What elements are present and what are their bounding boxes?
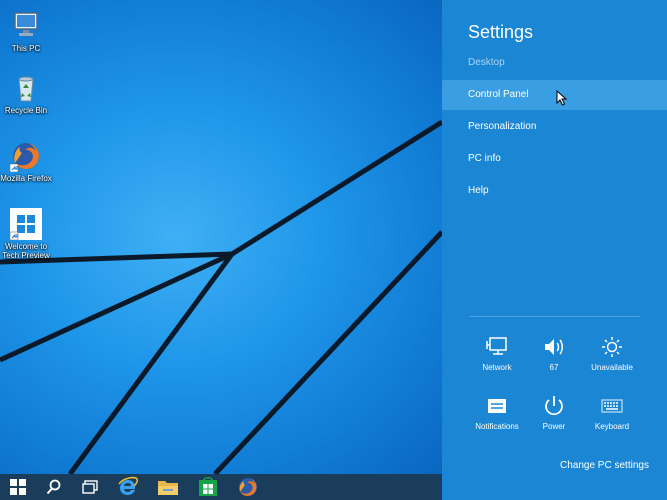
this-pc-icon — [10, 10, 42, 42]
search-button[interactable] — [36, 475, 72, 499]
menu-item-label: Control Panel — [468, 89, 529, 100]
windows-logo-icon — [9, 208, 42, 241]
quick-setting-label: Unavailable — [591, 363, 633, 372]
quick-setting-network[interactable]: Network — [467, 336, 527, 372]
change-pc-settings-link[interactable]: Change PC settings — [560, 460, 649, 471]
taskbar — [0, 474, 442, 500]
panel-subtitle: Desktop — [468, 57, 505, 68]
desktop-icon-label: Welcome to Tech Preview — [2, 242, 50, 260]
recycle-bin-icon — [10, 72, 42, 104]
quick-setting-keyboard[interactable]: Keyboard — [582, 395, 642, 431]
mouse-cursor-icon — [556, 90, 568, 106]
quick-setting-label: 67 — [549, 363, 559, 372]
firefox-icon — [239, 478, 257, 496]
settings-charm-panel: Settings Desktop Control Panel Personali… — [442, 0, 667, 500]
desktop-icon-label: This PC — [11, 44, 41, 53]
brightness-icon — [602, 337, 622, 357]
internet-explorer-icon — [118, 476, 138, 495]
desktop-icon-label: Recycle Bin — [4, 106, 48, 115]
power-icon — [545, 396, 563, 416]
firefox-taskbar-button[interactable] — [230, 475, 266, 499]
quick-setting-label: Power — [542, 422, 566, 431]
store-button[interactable] — [190, 475, 226, 499]
notifications-icon — [488, 399, 506, 413]
start-icon — [10, 479, 26, 495]
menu-item-personalization[interactable]: Personalization — [442, 112, 667, 142]
quick-setting-volume[interactable]: 67 — [524, 336, 584, 372]
internet-explorer-button[interactable] — [110, 475, 146, 499]
desktop-icon-welcome[interactable]: Welcome to Tech Preview — [0, 208, 56, 260]
menu-item-control-panel[interactable]: Control Panel — [442, 80, 667, 110]
start-button[interactable] — [0, 475, 36, 499]
desktop-icon-recycle-bin[interactable]: Recycle Bin — [0, 72, 56, 115]
menu-item-label: Help — [468, 185, 489, 196]
volume-icon — [545, 339, 563, 355]
file-explorer-icon — [158, 481, 178, 495]
desktop-icon-label: Mozilla Firefox — [0, 174, 52, 183]
network-icon — [486, 337, 507, 355]
search-icon — [46, 479, 61, 495]
keyboard-icon — [601, 399, 623, 413]
store-icon — [199, 477, 217, 496]
menu-item-label: PC info — [468, 153, 501, 164]
quick-setting-notifications[interactable]: Notifications — [467, 395, 527, 431]
quick-setting-brightness[interactable]: Unavailable — [582, 336, 642, 372]
desktop-icon-this-pc[interactable]: This PC — [0, 10, 56, 53]
menu-item-pc-info[interactable]: PC info — [442, 144, 667, 174]
quick-setting-label: Notifications — [475, 422, 519, 431]
menu-item-label: Personalization — [468, 121, 537, 132]
desktop: This PC Recycle Bin Mozilla Firefox Welc… — [0, 0, 442, 474]
firefox-icon — [9, 140, 42, 173]
desktop-icon-firefox[interactable]: Mozilla Firefox — [0, 140, 56, 183]
menu-item-help[interactable]: Help — [442, 176, 667, 206]
quick-setting-power[interactable]: Power — [524, 395, 584, 431]
quick-setting-label: Network — [482, 363, 512, 372]
file-explorer-button[interactable] — [150, 475, 186, 499]
divider — [470, 316, 640, 317]
task-view-icon — [82, 480, 98, 494]
panel-title: Settings — [468, 22, 534, 42]
task-view-button[interactable] — [72, 475, 108, 499]
quick-setting-label: Keyboard — [594, 422, 630, 431]
wallpaper-lines — [0, 119, 442, 474]
